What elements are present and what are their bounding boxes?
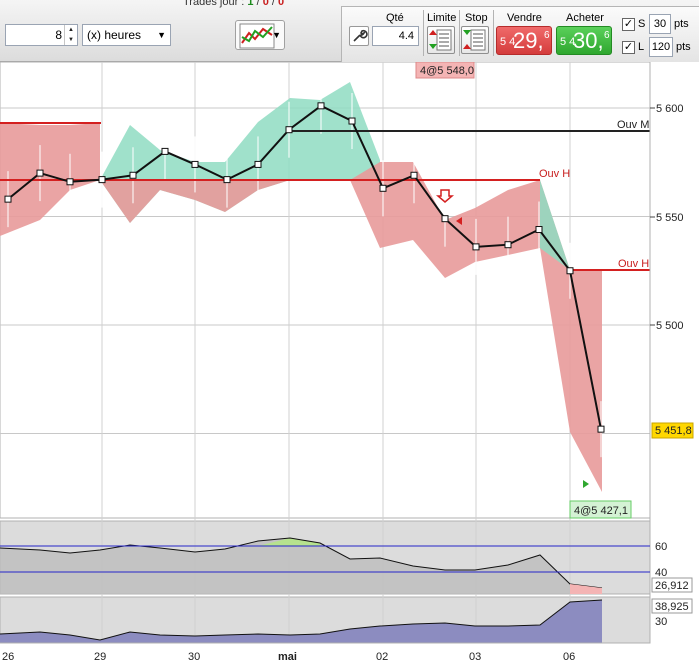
wrench-icon[interactable] <box>349 26 369 46</box>
label-ouv-m: Ouv M <box>617 119 649 131</box>
s-checkbox-label: S <box>638 18 646 30</box>
divider <box>493 10 494 56</box>
close-price-point <box>36 169 44 177</box>
close-price-point <box>535 226 543 234</box>
close-price-point <box>98 176 106 184</box>
trades-day-info: Trades jour : 1 / 0 / 0 <box>183 0 284 8</box>
limit-order-icon <box>429 29 452 51</box>
close-price-point <box>504 241 512 249</box>
limit-label: Limite <box>427 12 457 24</box>
ind2-tick: 30 <box>655 616 667 628</box>
divider <box>459 10 460 56</box>
l-checkbox-label: L <box>638 41 645 53</box>
sell-price-main: 29, <box>513 28 544 53</box>
close-price-point <box>254 160 262 168</box>
limit-order-button[interactable] <box>427 26 455 54</box>
s-checkbox[interactable]: ✓ <box>622 18 635 31</box>
top-order-tag[interactable]: 4@5 548,0 <box>415 62 475 79</box>
close-price-point <box>441 215 449 223</box>
buy-label: Acheter <box>566 12 604 24</box>
l-checkbox[interactable]: ✓ <box>622 41 635 54</box>
chevron-down-icon[interactable]: ▼ <box>272 30 281 40</box>
close-price-point <box>566 267 574 275</box>
x-tick-label: mai <box>278 651 297 663</box>
l-points-input[interactable]: 120 <box>649 37 673 57</box>
y-tick-label: 5 600 <box>656 103 684 115</box>
period-spin[interactable]: ▲ ▼ <box>64 25 77 45</box>
x-tick-label: 30 <box>188 651 200 663</box>
period-value[interactable]: 8 <box>55 28 62 42</box>
stop-order-icon <box>463 29 486 51</box>
price-chart[interactable]: Ouv M Ouv H Ouv H 4@5 548,0 4@5 427,1 5 … <box>0 62 699 668</box>
close-price-point <box>472 243 480 251</box>
spin-down-icon[interactable]: ▼ <box>65 35 77 45</box>
x-tick-label: 03 <box>469 651 481 663</box>
ind1-tick: 60 <box>655 541 667 553</box>
x-tick-label: 26 <box>2 651 14 663</box>
period-unit-select[interactable]: (x) heures ▼ <box>82 24 171 46</box>
label-ouv-h-left: Ouv H <box>539 168 570 180</box>
trades-label: Trades jour : <box>183 0 245 8</box>
bottom-order-tag[interactable]: 4@5 427,1 <box>569 500 632 519</box>
y-tick-label: 5 550 <box>656 212 684 224</box>
qty-value[interactable]: 4.4 <box>399 30 414 42</box>
current-price-label: 5 451,8 <box>655 425 692 437</box>
close-price-point <box>223 176 231 184</box>
divider <box>423 10 424 56</box>
period-stepper[interactable]: 8 ▲ ▼ <box>5 24 78 46</box>
trades-count-2: 0 <box>262 0 269 8</box>
s-points-unit: pts <box>674 18 689 30</box>
close-price-point <box>191 160 199 168</box>
s-points-value[interactable]: 30 <box>654 18 666 30</box>
s-points-input[interactable]: 30 <box>649 14 671 34</box>
qty-label: Qté <box>386 12 404 24</box>
chevron-down-icon[interactable]: ▼ <box>157 30 166 40</box>
bottom-order-label: 4@5 427,1 <box>574 505 628 517</box>
sell-button[interactable]: 5 4 29, 6 <box>496 26 552 55</box>
trades-count-3: 0 <box>278 0 285 8</box>
ind1-tick: 40 <box>655 567 667 579</box>
close-price-point <box>66 178 74 186</box>
close-price-point <box>161 147 169 155</box>
buy-button[interactable]: 5 4 30, 6 <box>556 26 612 55</box>
period-unit-value: (x) heures <box>87 28 142 42</box>
l-points-unit: pts <box>676 41 691 53</box>
buy-price-main: 30, <box>573 28 604 53</box>
close-price-point <box>4 195 12 203</box>
buy-price-decimal: 6 <box>604 30 610 41</box>
x-tick-label: 29 <box>94 651 106 663</box>
chart-toolbar: Trades jour : 1 / 0 / 0 8 ▲ ▼ (x) heures… <box>0 0 699 62</box>
close-price-point <box>129 171 137 179</box>
l-points-value[interactable]: 120 <box>652 41 670 53</box>
indicators-button[interactable]: ▼ <box>235 20 285 50</box>
close-price-point <box>348 117 356 125</box>
y-tick-label: 5 500 <box>656 320 684 332</box>
top-order-label: 4@5 548,0 <box>420 65 474 77</box>
qty-input[interactable]: 4.4 <box>372 26 419 46</box>
x-tick-label: 02 <box>376 651 388 663</box>
stop-label: Stop <box>465 12 488 24</box>
trades-count-1: 1 <box>247 0 254 8</box>
indicators-icon <box>239 23 275 49</box>
close-price-point <box>410 171 418 179</box>
ind2-value: 38,925 <box>655 601 689 613</box>
close-price-point <box>285 126 293 134</box>
x-tick-label: 06 <box>563 651 575 663</box>
close-price-point <box>379 184 387 192</box>
close-price-point <box>597 425 605 433</box>
spin-up-icon[interactable]: ▲ <box>65 25 77 35</box>
sell-price-decimal: 6 <box>544 30 550 41</box>
sell-label: Vendre <box>507 12 542 24</box>
close-price-point <box>317 102 325 110</box>
ind1-value: 26,912 <box>655 580 689 592</box>
stop-order-button[interactable] <box>461 26 489 54</box>
label-ouv-h-right: Ouv H <box>618 258 649 270</box>
